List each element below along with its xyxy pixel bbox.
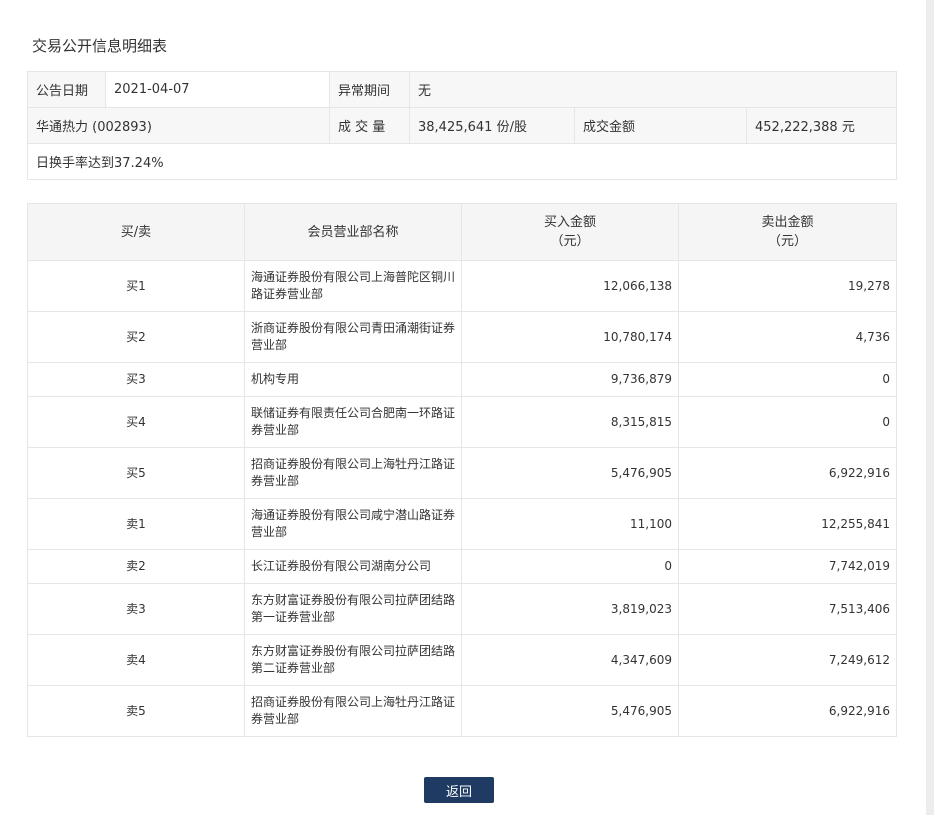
table-header-row: 买/卖 会员营业部名称 买入金额 （元） 卖出金额 （元） <box>27 203 897 261</box>
buy-amount-cell: 8,315,815 <box>461 396 679 448</box>
member-name-cell: 招商证券股份有限公司上海牡丹江路证 券营业部 <box>244 685 462 737</box>
side-cell: 买5 <box>27 447 245 499</box>
buy-amount-cell: 4,347,609 <box>461 634 679 686</box>
amount-label: 成交金额 <box>574 107 747 144</box>
sell-amount-cell: 6,922,916 <box>678 447 897 499</box>
side-cell: 卖3 <box>27 583 245 635</box>
sell-amount-cell: 12,255,841 <box>678 498 897 550</box>
sell-amount-cell: 0 <box>678 396 897 448</box>
page-title: 交易公开信息明细表 <box>32 37 168 55</box>
member-name-cell: 东方财富证券股份有限公司拉萨团结路 第二证券营业部 <box>244 634 462 686</box>
table-row: 买3 机构专用 9,736,879 0 <box>27 362 897 397</box>
back-button[interactable]: 返回 <box>424 777 494 803</box>
column-header-sell-amount: 卖出金额 （元） <box>678 203 897 261</box>
summary-row: 公告日期 2021-04-07 异常期间 无 <box>27 71 898 108</box>
table-row: 卖1 海通证券股份有限公司咸宁潜山路证券 营业部 11,100 12,255,84… <box>27 498 897 550</box>
table-row: 买1 海通证券股份有限公司上海普陀区铜川 路证券营业部 12,066,138 19… <box>27 260 897 312</box>
table-row: 买2 浙商证券股份有限公司青田涌潮街证券 营业部 10,780,174 4,736 <box>27 311 897 363</box>
buy-amount-cell: 10,780,174 <box>461 311 679 363</box>
buy-amount-cell: 5,476,905 <box>461 447 679 499</box>
side-cell: 卖2 <box>27 549 245 584</box>
volume-value: 38,425,641 份/股 <box>409 107 575 144</box>
summary-table: 公告日期 2021-04-07 异常期间 无 华通热力 (002893) 成 交… <box>26 71 898 180</box>
sell-amount-cell: 7,513,406 <box>678 583 897 635</box>
abnormal-period-value: 无 <box>408 71 898 108</box>
side-cell: 卖5 <box>27 685 245 737</box>
buy-amount-cell: 0 <box>461 549 679 584</box>
member-name-cell: 长江证券股份有限公司湖南分公司 <box>244 549 462 584</box>
column-header-buy-amount: 买入金额 （元） <box>461 203 679 261</box>
member-name-cell: 东方财富证券股份有限公司拉萨团结路 第一证券营业部 <box>244 583 462 635</box>
table-row: 卖4 东方财富证券股份有限公司拉萨团结路 第二证券营业部 4,347,609 7,… <box>27 634 897 686</box>
volume-label: 成 交 量 <box>329 107 410 144</box>
member-name-cell: 浙商证券股份有限公司青田涌潮街证券 营业部 <box>244 311 462 363</box>
trading-detail-table: 买/卖 会员营业部名称 买入金额 （元） 卖出金额 （元） 买1 海通证券股份有限公… <box>27 203 897 737</box>
side-cell: 卖4 <box>27 634 245 686</box>
side-cell: 买2 <box>27 311 245 363</box>
buy-amount-cell: 5,476,905 <box>461 685 679 737</box>
turnover-note: 日换手率达到37.24% <box>26 143 898 180</box>
sell-amount-cell: 19,278 <box>678 260 897 312</box>
side-cell: 买4 <box>27 396 245 448</box>
table-row: 卖2 长江证券股份有限公司湖南分公司 0 7,742,019 <box>27 549 897 584</box>
member-name-cell: 海通证券股份有限公司咸宁潜山路证券 营业部 <box>244 498 462 550</box>
member-name-cell: 海通证券股份有限公司上海普陀区铜川 路证券营业部 <box>244 260 462 312</box>
announce-date-label: 公告日期 <box>27 71 106 108</box>
summary-row: 华通热力 (002893) 成 交 量 38,425,641 份/股 成交金额 … <box>27 107 898 144</box>
buy-amount-cell: 9,736,879 <box>461 362 679 397</box>
buy-amount-cell: 12,066,138 <box>461 260 679 312</box>
sell-amount-cell: 7,249,612 <box>678 634 897 686</box>
member-name-cell: 机构专用 <box>244 362 462 397</box>
table-row: 卖3 东方财富证券股份有限公司拉萨团结路 第一证券营业部 3,819,023 7,… <box>27 583 897 635</box>
sell-amount-cell: 0 <box>678 362 897 397</box>
table-row: 买5 招商证券股份有限公司上海牡丹江路证 券营业部 5,476,905 6,922… <box>27 447 897 499</box>
summary-row: 日换手率达到37.24% <box>26 143 898 180</box>
table-row: 买4 联储证券有限责任公司合肥南一环路证 券营业部 8,315,815 0 <box>27 396 897 448</box>
member-name-cell: 招商证券股份有限公司上海牡丹江路证 券营业部 <box>244 447 462 499</box>
column-header-member-name: 会员营业部名称 <box>244 203 462 261</box>
side-cell: 卖1 <box>27 498 245 550</box>
sell-amount-cell: 4,736 <box>678 311 897 363</box>
side-cell: 买1 <box>27 260 245 312</box>
announce-date-value: 2021-04-07 <box>105 71 330 108</box>
scrollbar-track[interactable] <box>926 0 934 815</box>
amount-value: 452,222,388 元 <box>745 107 898 144</box>
buy-amount-cell: 3,819,023 <box>461 583 679 635</box>
member-name-cell: 联储证券有限责任公司合肥南一环路证 券营业部 <box>244 396 462 448</box>
abnormal-period-label: 异常期间 <box>329 71 410 108</box>
sell-amount-cell: 6,922,916 <box>678 685 897 737</box>
side-cell: 买3 <box>27 362 245 397</box>
buy-amount-cell: 11,100 <box>461 498 679 550</box>
stock-name: 华通热力 (002893) <box>27 107 330 144</box>
sell-amount-cell: 7,742,019 <box>678 549 897 584</box>
table-row: 卖5 招商证券股份有限公司上海牡丹江路证 券营业部 5,476,905 6,922… <box>27 685 897 737</box>
column-header-side: 买/卖 <box>27 203 245 261</box>
